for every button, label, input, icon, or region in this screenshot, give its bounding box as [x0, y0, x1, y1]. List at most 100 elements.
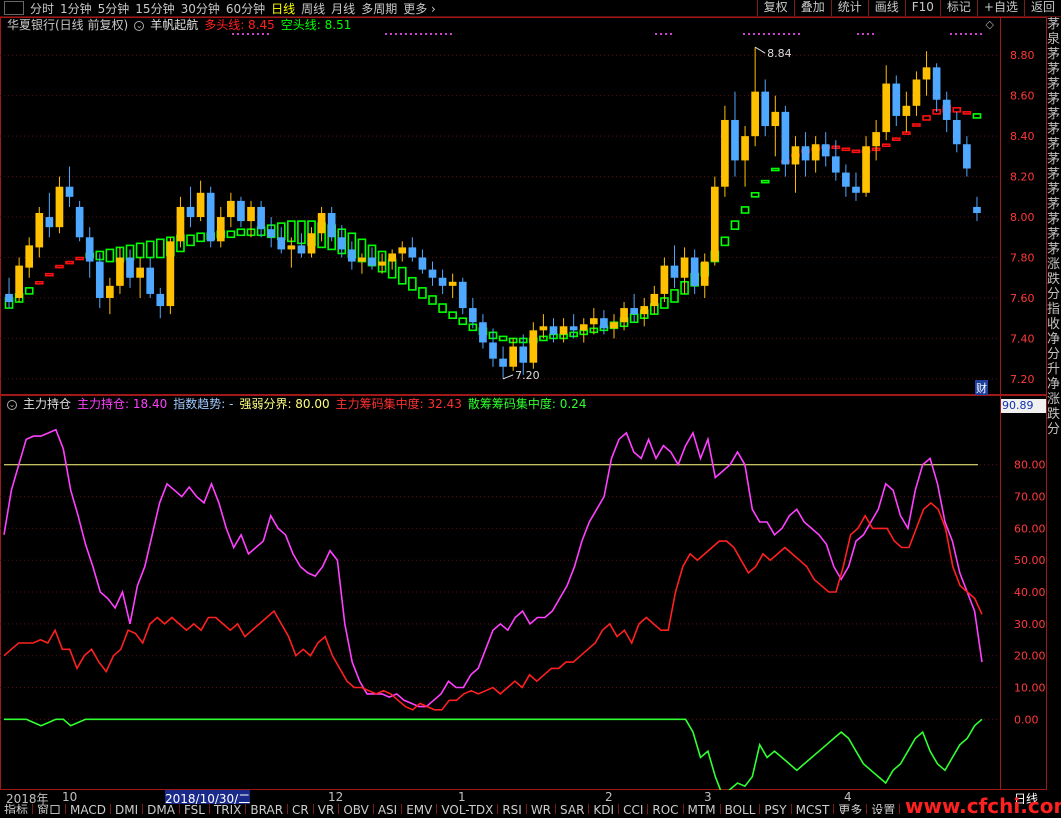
toolbar-button-2[interactable]: 统计 — [830, 0, 868, 16]
candle-body-71 — [721, 119, 729, 187]
indicator-tab-15[interactable]: WR — [527, 804, 557, 814]
signal-dot-3-670 — [670, 33, 672, 35]
toolbar-button-5[interactable]: 标记 — [939, 0, 977, 16]
price-tick-0: 8.80 — [1010, 49, 1035, 62]
ind-tick-6: 20.00 — [1014, 650, 1046, 663]
indicator-tab-10[interactable]: OBV — [339, 804, 374, 814]
indicator-tab-24[interactable]: 更多 — [834, 804, 868, 814]
indicator-tab-8[interactable]: CR — [288, 804, 314, 814]
indicator-tab-14[interactable]: RSI — [498, 804, 527, 814]
candle-body-47 — [479, 322, 487, 343]
signal-dot-4-773 — [773, 33, 775, 35]
high-marker-label: 8.84 — [767, 47, 792, 60]
window-menu-icon[interactable] — [4, 1, 24, 15]
toolbar-button-4[interactable]: F10 — [904, 0, 940, 16]
price-tick-4: 8.00 — [1010, 211, 1035, 224]
toolbar-button-7[interactable]: 返回 — [1023, 0, 1061, 16]
signal-dot-2-430 — [430, 33, 432, 35]
indicator-tab-16[interactable]: SAR — [556, 804, 590, 814]
indicator-tab-3[interactable]: DMI — [111, 804, 144, 814]
period-tab-4[interactable]: 30分钟 — [181, 0, 220, 17]
signal-dot-3-660 — [660, 33, 662, 35]
period-tab-1[interactable]: 1分钟 — [60, 0, 92, 17]
ribbon-bar-7 — [75, 256, 84, 261]
indicator-tab-5[interactable]: FSL — [180, 804, 210, 814]
indicator-tab-17[interactable]: KDJ — [589, 804, 620, 814]
candle-body-43 — [438, 277, 447, 286]
indicator-tab-13[interactable]: VOL-TDX — [437, 804, 499, 814]
signal-dot-5-872 — [872, 33, 874, 35]
ind-tick-5: 30.00 — [1014, 618, 1046, 631]
signal-dot-5-867 — [867, 33, 869, 35]
date-label-3: 12 — [328, 790, 344, 804]
candlestick-chart: 8.80 8.60 8.40 8.20 8.00 7.80 7.60 7.40 7.20 8.84… — [0, 33, 1035, 386]
candle-body-46 — [469, 308, 477, 323]
signal-dot-0-257 — [257, 33, 259, 35]
price-tick-3: 8.20 — [1010, 171, 1035, 184]
toolbar-button-0[interactable]: 复权 — [756, 0, 794, 16]
indicator-tab-21[interactable]: BOLL — [721, 804, 761, 814]
candle-body-94 — [952, 119, 961, 145]
indicator-tab-0[interactable]: 指标 — [0, 804, 34, 814]
indicator-tab-2[interactable]: MACD — [66, 804, 112, 814]
candle-body-13 — [136, 267, 144, 278]
period-tab-9[interactable]: 多周期 — [361, 0, 397, 17]
indicator-tab-19[interactable]: ROC — [648, 804, 684, 814]
toolbar-button-3[interactable]: 画线 — [867, 0, 905, 16]
date-label-5: 2 — [605, 790, 613, 804]
candle-body-93 — [942, 99, 951, 120]
signal-dot-2-405 — [405, 33, 407, 35]
indicator-tab-11[interactable]: ASI — [374, 804, 403, 814]
period-tab-0[interactable]: 分时 — [30, 0, 54, 17]
candle-body-17 — [176, 206, 185, 242]
period-tab-2[interactable]: 5分钟 — [98, 0, 130, 17]
candle-body-52 — [529, 330, 538, 363]
candle-body-84 — [852, 186, 860, 193]
indicator-tab-23[interactable]: MCST — [792, 804, 835, 814]
ribbon-bar-88 — [891, 137, 901, 141]
ribbon-bar-76 — [770, 167, 780, 172]
signal-dot-4-748 — [748, 33, 750, 35]
candle-body-89 — [902, 105, 911, 116]
right-info-strip: 茅泉茅茅茅茅茅茅茅茅茅茅茅茅茅茅涨跌分指收净分升净涨跌分 — [1047, 17, 1061, 787]
candle-body-2 — [25, 245, 34, 268]
ribbon-bar-2 — [24, 287, 34, 295]
signal-dot-2-410 — [410, 33, 412, 35]
period-tab-5[interactable]: 60分钟 — [226, 0, 265, 17]
signal-dot-1-390 — [390, 33, 392, 35]
indicator-tab-1[interactable]: 窗口 — [33, 804, 67, 814]
candle-body-75 — [761, 91, 770, 127]
signal-dot-6-960 — [960, 33, 962, 35]
toolbar-button-6[interactable]: +自选 — [976, 0, 1024, 16]
indicator-tab-7[interactable]: BRAR — [246, 804, 289, 814]
period-tab-3[interactable]: 15分钟 — [135, 0, 174, 17]
indicator-tab-12[interactable]: EMV — [402, 804, 438, 814]
period-tab-10[interactable]: 更多 › — [403, 0, 436, 17]
candle-body-23 — [237, 200, 245, 222]
candle-body-68 — [690, 257, 699, 286]
ribbon-bar-90 — [912, 123, 921, 127]
candle-body-30 — [307, 233, 316, 254]
signal-dot-2-445 — [445, 33, 447, 35]
period-tab-6[interactable]: 日线 — [271, 0, 295, 17]
indicator-tab-6[interactable]: TRIX — [210, 804, 247, 814]
period-tab-7[interactable]: 周线 — [301, 0, 325, 17]
indicator-tab-4[interactable]: DMA — [143, 804, 180, 814]
candle-body-49 — [499, 358, 507, 367]
signal-dot-6-970 — [970, 33, 972, 35]
indicator-tab-25[interactable]: 设置 — [867, 804, 901, 814]
series-line-1 — [3, 501, 983, 711]
indicator-tab-9[interactable]: VR — [314, 804, 340, 814]
indicator-tab-22[interactable]: PSY — [760, 804, 792, 814]
period-tab-8[interactable]: 月线 — [331, 0, 355, 17]
signal-dot-0-267 — [267, 33, 269, 35]
candle-body-45 — [458, 281, 467, 309]
indicator-tab-20[interactable]: MTM — [684, 804, 721, 814]
signal-dot-2-450 — [450, 33, 452, 35]
toolbar-button-1[interactable]: 叠加 — [793, 0, 831, 16]
signal-dot-0-242 — [242, 33, 244, 35]
ind-tick-7: 10.00 — [1014, 682, 1046, 695]
candle-body-51 — [519, 346, 528, 363]
ribbon-bar-22 — [226, 230, 236, 239]
indicator-tab-18[interactable]: CCI — [619, 804, 649, 814]
